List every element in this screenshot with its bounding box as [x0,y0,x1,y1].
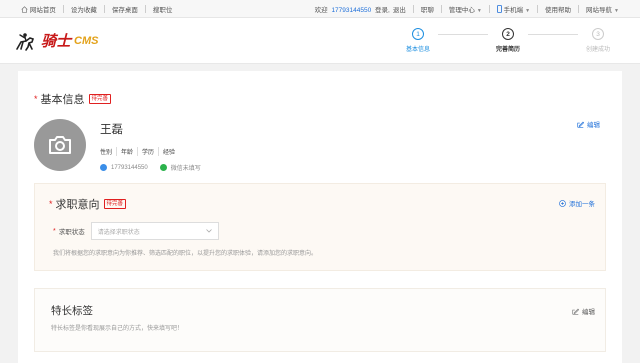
required-mark: * [34,94,38,104]
resume-panel: * 基本信息 待完善 王磊 性别 年龄 学历 经验 17793144550 微信… [18,71,622,363]
section-title: * 基本信息 待完善 [34,91,606,107]
save-desktop-link[interactable]: 保存桌面 [105,4,145,14]
mobile-phone-icon [496,4,502,13]
welcome-label: 欢迎 [314,6,328,14]
site-logo[interactable]: 骑士 CMS [14,29,98,53]
home-link[interactable]: 网站首页 [14,4,63,14]
mobile-menu-label: 手机端 [503,6,524,14]
chevron-down-icon: ▼ [525,7,531,14]
job-status-select[interactable]: 请选择求职状态 [90,222,219,240]
edit-skills-button[interactable]: 编辑 [572,306,595,316]
skills-section: 特长标签 特长标签是你看现展示自己的方式，快来填写吧！ 编辑 [34,288,606,352]
avatar[interactable] [34,119,86,171]
basic-info-title: 基本信息 [40,94,85,106]
skills-description: 特长标签是你看现展示自己的方式，快来填写吧！ [51,326,184,332]
job-intent-title: 求职意向 [55,199,100,211]
step-connector [438,34,488,35]
phone-icon [100,164,107,171]
search-jobs-link[interactable]: 搜职位 [146,4,180,14]
status-badge: 待完善 [88,94,112,104]
site-nav-label: 网站导航 [586,6,613,14]
profile-info: 王磊 性别 年龄 学历 经验 17793144550 微信未填写 [100,121,201,172]
education-tag: 学历 [138,147,160,156]
status-badge: 待完善 [103,199,127,209]
step-basic-info: 1 基本信息 [398,28,438,53]
home-link-label: 网站首页 [29,6,56,14]
step-complete-resume: 2 完善简历 [488,28,528,53]
help-link[interactable]: 使用帮助 [538,4,578,14]
edit-icon [572,308,579,315]
step-label: 完善简历 [495,47,520,53]
edit-label: 编辑 [587,122,600,129]
plus-circle-icon [559,199,566,207]
step-created: 3 创建成功 [578,28,618,53]
skills-title: 特长标签 [51,305,93,317]
add-label: 添加一条 [569,201,595,208]
chevron-down-icon: ▼ [476,7,482,14]
welcome-text: 欢迎 17793144550 登录, [308,4,390,14]
edit-basic-button[interactable]: 编辑 [577,119,600,129]
experience-tag: 经验 [163,150,176,156]
contact-wechat: 微信未填写 [170,166,201,172]
basic-info-section: * 基本信息 待完善 王磊 性别 年龄 学历 经验 17793144550 微信… [34,91,606,172]
profile-tags: 性别 年龄 学历 经验 [100,147,201,156]
top-bar-right: 欢迎 17793144550 登录, 退出 职聊 管理中心 ▼ 手机端 ▼ 使用帮助… [308,4,626,14]
site-header: 骑士 CMS 1 基本信息 2 完善简历 3 创建成功 [0,18,640,64]
contact-row: 17793144550 微信未填写 [100,163,201,172]
chat-link[interactable]: 职聊 [414,4,441,14]
job-intent-hint: 我们将根据您的求职意向为你推荐、筛选匹配的职位，以提升您的求职体验，请添加您的求… [53,251,318,257]
step-number: 1 [412,28,424,40]
wechat-icon [159,164,167,171]
home-icon [21,5,28,13]
required-mark: * [49,199,53,209]
chevron-down-icon [205,229,212,233]
admin-center-menu[interactable]: 管理中心 ▼ [442,4,489,14]
step-label: 基本信息 [405,47,430,53]
progress-steps: 1 基本信息 2 完善简历 3 创建成功 [398,28,618,53]
site-nav-menu[interactable]: 网站导航 ▼ [579,4,626,14]
select-placeholder: 请选择求职状态 [97,229,140,236]
step-number: 3 [592,28,604,40]
section-title: * 求职意向 待完善 [49,196,127,212]
step-number: 2 [502,28,514,40]
job-status-field: * 求职状态 请选择求职状态 [53,222,219,240]
login-label: 登录, [375,6,390,14]
horse-rider-icon [16,32,35,51]
camera-icon [49,136,71,154]
profile-row: 王磊 性别 年龄 学历 经验 17793144550 微信未填写 [34,119,606,172]
step-connector [528,34,578,35]
favorite-link[interactable]: 设为收藏 [64,4,104,14]
gender-tag: 性别 [100,147,118,156]
required-mark: * [53,227,56,235]
top-bar: 网站首页 设为收藏 保存桌面 搜职位 欢迎 17793144550 登录, 退出… [0,0,640,18]
logo-text-cn: 骑士 [41,32,72,50]
user-phone-link[interactable]: 17793144550 [329,7,371,14]
user-name: 王磊 [100,124,123,136]
contact-phone: 17793144550 [111,164,148,171]
age-tag: 年龄 [117,147,139,156]
step-label: 创建成功 [585,47,610,53]
admin-center-label: 管理中心 [448,6,475,14]
logo-text-en: CMS [74,34,99,47]
chevron-down-icon: ▼ [614,7,619,14]
job-intent-section: * 求职意向 待完善 添加一条 * 求职状态 请选择求职状态 我们将根据您的求职… [34,183,606,271]
mobile-menu[interactable]: 手机端 ▼ [490,4,537,14]
top-bar-left: 网站首页 设为收藏 保存桌面 搜职位 [14,4,179,14]
add-intent-button[interactable]: 添加一条 [559,198,595,208]
job-status-label: 求职状态 [58,229,85,236]
logout-link[interactable]: 退出 [390,4,413,14]
edit-icon [577,121,584,128]
edit-label: 编辑 [582,309,595,316]
